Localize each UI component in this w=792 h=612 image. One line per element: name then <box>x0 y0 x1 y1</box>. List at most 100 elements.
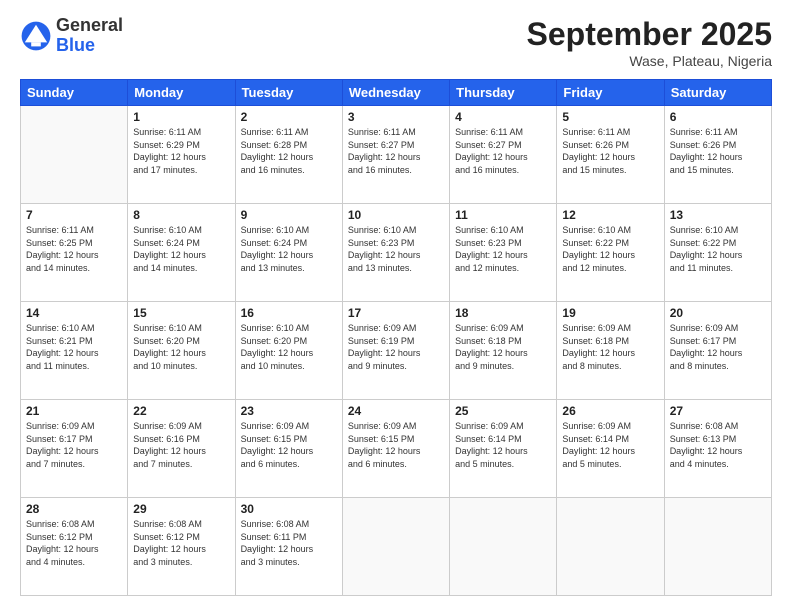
day-info: Sunrise: 6:09 AM Sunset: 6:17 PM Dayligh… <box>670 322 766 372</box>
day-info: Sunrise: 6:11 AM Sunset: 6:29 PM Dayligh… <box>133 126 229 176</box>
week-row-5: 28 Sunrise: 6:08 AM Sunset: 6:12 PM Dayli… <box>21 498 772 596</box>
day-number: 5 <box>562 110 658 124</box>
day-number: 26 <box>562 404 658 418</box>
calendar-header-sunday: Sunday <box>21 80 128 106</box>
calendar-cell <box>342 498 449 596</box>
day-info: Sunrise: 6:10 AM Sunset: 6:22 PM Dayligh… <box>670 224 766 274</box>
calendar-cell: 13 Sunrise: 6:10 AM Sunset: 6:22 PM Dayli… <box>664 204 771 302</box>
calendar-cell: 6 Sunrise: 6:11 AM Sunset: 6:26 PM Daylig… <box>664 106 771 204</box>
calendar-cell: 10 Sunrise: 6:10 AM Sunset: 6:23 PM Dayli… <box>342 204 449 302</box>
day-info: Sunrise: 6:09 AM Sunset: 6:14 PM Dayligh… <box>455 420 551 470</box>
day-number: 27 <box>670 404 766 418</box>
calendar-cell: 9 Sunrise: 6:10 AM Sunset: 6:24 PM Daylig… <box>235 204 342 302</box>
day-info: Sunrise: 6:10 AM Sunset: 6:24 PM Dayligh… <box>241 224 337 274</box>
calendar-cell: 3Sunrise: 6:11 AM Sunset: 6:27 PM Daylig… <box>342 106 449 204</box>
calendar-cell: 18Sunrise: 6:09 AM Sunset: 6:18 PM Dayli… <box>450 302 557 400</box>
week-row-3: 14 Sunrise: 6:10 AM Sunset: 6:21 PM Dayli… <box>21 302 772 400</box>
calendar-header-saturday: Saturday <box>664 80 771 106</box>
calendar-cell: 16 Sunrise: 6:10 AM Sunset: 6:20 PM Dayli… <box>235 302 342 400</box>
calendar-cell: 11Sunrise: 6:10 AM Sunset: 6:23 PM Dayli… <box>450 204 557 302</box>
day-number: 25 <box>455 404 551 418</box>
day-number: 4 <box>455 110 551 124</box>
day-number: 20 <box>670 306 766 320</box>
day-number: 28 <box>26 502 122 516</box>
calendar-cell: 14 Sunrise: 6:10 AM Sunset: 6:21 PM Dayli… <box>21 302 128 400</box>
calendar-header-wednesday: Wednesday <box>342 80 449 106</box>
day-number: 22 <box>133 404 229 418</box>
day-number: 11 <box>455 208 551 222</box>
day-info: Sunrise: 6:11 AM Sunset: 6:28 PM Dayligh… <box>241 126 337 176</box>
calendar-cell: 12 Sunrise: 6:10 AM Sunset: 6:22 PM Dayli… <box>557 204 664 302</box>
day-info: Sunrise: 6:10 AM Sunset: 6:23 PM Dayligh… <box>348 224 444 274</box>
day-info: Sunrise: 6:11 AM Sunset: 6:26 PM Dayligh… <box>670 126 766 176</box>
calendar-header-row: SundayMondayTuesdayWednesdayThursdayFrid… <box>21 80 772 106</box>
day-info: Sunrise: 6:09 AM Sunset: 6:14 PM Dayligh… <box>562 420 658 470</box>
calendar-cell: 4 Sunrise: 6:11 AM Sunset: 6:27 PM Daylig… <box>450 106 557 204</box>
day-number: 15 <box>133 306 229 320</box>
day-number: 30 <box>241 502 337 516</box>
day-number: 17 <box>348 306 444 320</box>
page: General Blue September 2025 Wase, Platea… <box>0 0 792 612</box>
calendar-cell: 8 Sunrise: 6:10 AM Sunset: 6:24 PM Daylig… <box>128 204 235 302</box>
main-title: September 2025 <box>527 16 772 53</box>
day-number: 23 <box>241 404 337 418</box>
day-info: Sunrise: 6:11 AM Sunset: 6:25 PM Dayligh… <box>26 224 122 274</box>
day-info: Sunrise: 6:09 AM Sunset: 6:15 PM Dayligh… <box>348 420 444 470</box>
day-number: 2 <box>241 110 337 124</box>
calendar-cell: 24Sunrise: 6:09 AM Sunset: 6:15 PM Dayli… <box>342 400 449 498</box>
day-info: Sunrise: 6:08 AM Sunset: 6:12 PM Dayligh… <box>26 518 122 568</box>
day-number: 12 <box>562 208 658 222</box>
calendar-cell: 7 Sunrise: 6:11 AM Sunset: 6:25 PM Daylig… <box>21 204 128 302</box>
day-info: Sunrise: 6:09 AM Sunset: 6:18 PM Dayligh… <box>562 322 658 372</box>
day-info: Sunrise: 6:08 AM Sunset: 6:11 PM Dayligh… <box>241 518 337 568</box>
calendar-cell: 26 Sunrise: 6:09 AM Sunset: 6:14 PM Dayli… <box>557 400 664 498</box>
day-number: 29 <box>133 502 229 516</box>
day-number: 13 <box>670 208 766 222</box>
subtitle: Wase, Plateau, Nigeria <box>527 53 772 69</box>
calendar-header-monday: Monday <box>128 80 235 106</box>
day-number: 9 <box>241 208 337 222</box>
logo-text: General Blue <box>56 16 123 56</box>
day-number: 21 <box>26 404 122 418</box>
calendar-cell <box>21 106 128 204</box>
day-number: 19 <box>562 306 658 320</box>
week-row-4: 21Sunrise: 6:09 AM Sunset: 6:17 PM Dayli… <box>21 400 772 498</box>
day-info: Sunrise: 6:09 AM Sunset: 6:19 PM Dayligh… <box>348 322 444 372</box>
logo-general: General <box>56 16 123 36</box>
day-number: 16 <box>241 306 337 320</box>
calendar-cell: 27Sunrise: 6:08 AM Sunset: 6:13 PM Dayli… <box>664 400 771 498</box>
week-row-1: 1 Sunrise: 6:11 AM Sunset: 6:29 PM Daylig… <box>21 106 772 204</box>
title-block: September 2025 Wase, Plateau, Nigeria <box>527 16 772 69</box>
day-number: 10 <box>348 208 444 222</box>
calendar-cell: 30 Sunrise: 6:08 AM Sunset: 6:11 PM Dayli… <box>235 498 342 596</box>
calendar-cell: 22 Sunrise: 6:09 AM Sunset: 6:16 PM Dayli… <box>128 400 235 498</box>
logo-blue: Blue <box>56 36 123 56</box>
calendar-cell: 21Sunrise: 6:09 AM Sunset: 6:17 PM Dayli… <box>21 400 128 498</box>
day-info: Sunrise: 6:10 AM Sunset: 6:24 PM Dayligh… <box>133 224 229 274</box>
calendar-cell <box>557 498 664 596</box>
calendar-cell: 2 Sunrise: 6:11 AM Sunset: 6:28 PM Daylig… <box>235 106 342 204</box>
day-info: Sunrise: 6:10 AM Sunset: 6:20 PM Dayligh… <box>133 322 229 372</box>
day-info: Sunrise: 6:11 AM Sunset: 6:27 PM Dayligh… <box>455 126 551 176</box>
calendar-cell: 29 Sunrise: 6:08 AM Sunset: 6:12 PM Dayli… <box>128 498 235 596</box>
day-info: Sunrise: 6:09 AM Sunset: 6:18 PM Dayligh… <box>455 322 551 372</box>
day-info: Sunrise: 6:11 AM Sunset: 6:26 PM Dayligh… <box>562 126 658 176</box>
day-info: Sunrise: 6:10 AM Sunset: 6:20 PM Dayligh… <box>241 322 337 372</box>
calendar-cell: 20 Sunrise: 6:09 AM Sunset: 6:17 PM Dayli… <box>664 302 771 400</box>
calendar-cell: 19 Sunrise: 6:09 AM Sunset: 6:18 PM Dayli… <box>557 302 664 400</box>
day-number: 8 <box>133 208 229 222</box>
day-number: 6 <box>670 110 766 124</box>
logo-icon <box>20 20 52 52</box>
calendar-cell: 1 Sunrise: 6:11 AM Sunset: 6:29 PM Daylig… <box>128 106 235 204</box>
day-number: 14 <box>26 306 122 320</box>
calendar-header-friday: Friday <box>557 80 664 106</box>
day-info: Sunrise: 6:11 AM Sunset: 6:27 PM Dayligh… <box>348 126 444 176</box>
day-info: Sunrise: 6:10 AM Sunset: 6:21 PM Dayligh… <box>26 322 122 372</box>
day-info: Sunrise: 6:08 AM Sunset: 6:12 PM Dayligh… <box>133 518 229 568</box>
calendar-header-tuesday: Tuesday <box>235 80 342 106</box>
day-number: 7 <box>26 208 122 222</box>
day-info: Sunrise: 6:10 AM Sunset: 6:22 PM Dayligh… <box>562 224 658 274</box>
day-number: 1 <box>133 110 229 124</box>
day-info: Sunrise: 6:09 AM Sunset: 6:16 PM Dayligh… <box>133 420 229 470</box>
week-row-2: 7 Sunrise: 6:11 AM Sunset: 6:25 PM Daylig… <box>21 204 772 302</box>
